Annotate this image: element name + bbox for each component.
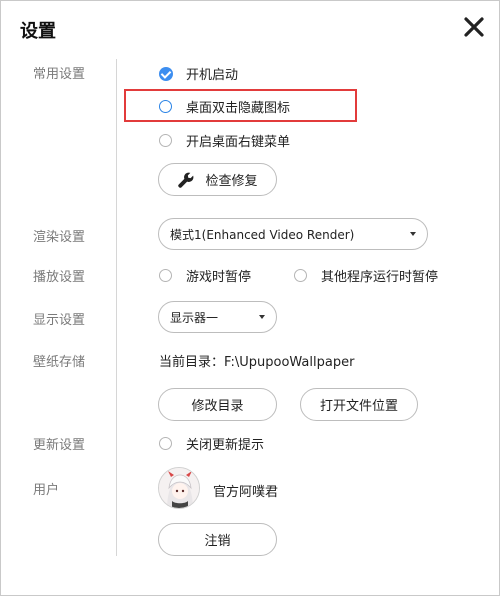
radio-unchecked-icon[interactable] [159,269,172,282]
render-settings-label: 渲染设置 [33,230,86,245]
wrench-icon [178,172,194,188]
settings-window: 设置 常用设置 开机启动 桌面双击隐藏图标 开启桌面右键菜单 检查修复 渲染设置… [0,0,500,596]
check-repair-label: 检查修复 [205,174,258,189]
radio-unchecked-icon[interactable] [159,100,172,113]
wallpaper-storage-label: 壁纸存储 [33,355,86,370]
close-update-tip-label: 关闭更新提示 [186,438,265,453]
playback-settings-label: 播放设置 [33,270,86,285]
common-settings-label: 常用设置 [33,67,86,82]
open-file-location-label: 打开文件位置 [319,399,398,414]
close-update-tip-option[interactable]: 关闭更新提示 [159,434,264,453]
auto-start-label: 开机启动 [186,68,239,83]
avatar[interactable] [158,467,200,509]
display-settings-label: 显示设置 [33,313,86,328]
pause-on-other-label: 其他程序运行时暂停 [321,270,439,285]
desktop-dblclick-hide-option[interactable]: 桌面双击隐藏图标 [159,97,290,116]
open-file-location-button[interactable]: 打开文件位置 [300,388,418,421]
desktop-dblclick-hide-label: 桌面双击隐藏图标 [186,101,291,116]
chevron-down-icon [259,315,265,319]
modify-directory-button[interactable]: 修改目录 [158,388,277,421]
update-settings-label: 更新设置 [33,438,86,453]
monitor-value: 显示器一 [170,310,219,325]
desktop-context-menu-label: 开启桌面右键菜单 [186,135,291,150]
pause-on-game-label: 游戏时暂停 [186,270,252,285]
checked-icon[interactable] [159,66,173,81]
render-mode-value: 模式1(Enhanced Video Render) [170,227,355,242]
pause-on-game-option[interactable]: 游戏时暂停 [159,266,251,285]
username-text: 官方阿噗君 [213,485,279,500]
logout-button[interactable]: 注销 [158,523,277,556]
chevron-down-icon [410,232,416,236]
render-mode-select[interactable]: 模式1(Enhanced Video Render) [158,218,428,250]
modify-directory-label: 修改目录 [191,399,244,414]
radio-unchecked-icon[interactable] [159,134,172,147]
section-divider [116,59,117,556]
window-title: 设置 [20,21,56,42]
desktop-context-menu-option[interactable]: 开启桌面右键菜单 [159,131,290,150]
pause-on-other-option[interactable]: 其他程序运行时暂停 [294,266,438,285]
close-icon[interactable] [463,16,485,38]
current-directory-text: 当前目录：F:\UpupooWallpaper [159,355,355,370]
monitor-select[interactable]: 显示器一 [158,301,277,333]
user-label: 用户 [33,483,60,498]
auto-start-option[interactable]: 开机启动 [159,64,238,83]
logout-label: 注销 [204,534,231,549]
radio-unchecked-icon[interactable] [294,269,307,282]
radio-unchecked-icon[interactable] [159,437,172,450]
check-repair-button[interactable]: 检查修复 [158,163,277,196]
